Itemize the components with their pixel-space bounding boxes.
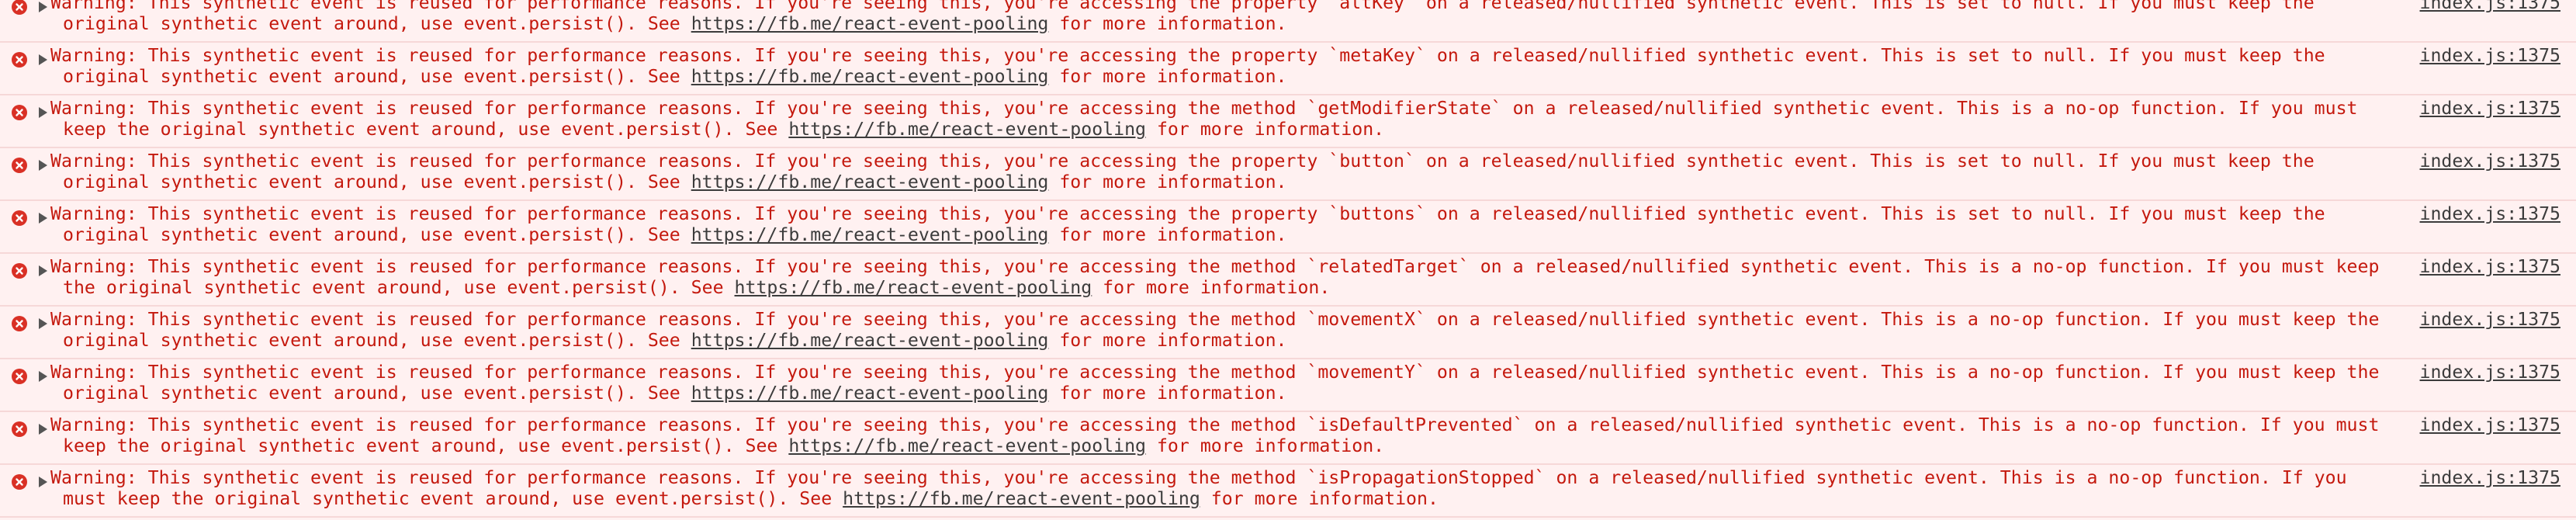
- error-icon: [12, 474, 27, 490]
- message-suffix: for more information.: [1048, 330, 1287, 351]
- source-link[interactable]: index.js:1375: [2420, 362, 2560, 383]
- console-message-row[interactable]: Warning: This synthetic event is reused …: [0, 43, 2576, 95]
- console-message-row[interactable]: Warning: This synthetic event is reused …: [0, 0, 2576, 43]
- message-link[interactable]: https://fb.me/react-event-pooling: [691, 224, 1049, 245]
- expand-triangle-icon[interactable]: [39, 477, 47, 487]
- message-suffix: for more information.: [1092, 277, 1331, 298]
- message-suffix: for more information.: [1200, 488, 1439, 509]
- console-message-text: Warning: This synthetic event is reused …: [50, 45, 2398, 87]
- expand-triangle-icon[interactable]: [39, 213, 47, 224]
- source-link[interactable]: index.js:1375: [2420, 203, 2560, 224]
- source-link[interactable]: index.js:1375: [2420, 467, 2560, 488]
- error-icon: [12, 105, 27, 120]
- console-message-text: Warning: This synthetic event is reused …: [50, 414, 2398, 456]
- source-link[interactable]: index.js:1375: [2420, 0, 2560, 13]
- source-link[interactable]: index.js:1375: [2420, 151, 2560, 172]
- error-icon: [12, 316, 27, 331]
- message-link[interactable]: https://fb.me/react-event-pooling: [691, 172, 1049, 192]
- message-suffix: for more information.: [1048, 13, 1287, 34]
- message-link[interactable]: https://fb.me/react-event-pooling: [788, 435, 1146, 456]
- message-suffix: for more information.: [1146, 119, 1385, 140]
- error-icon: [12, 210, 27, 226]
- console-message-text: Warning: This synthetic event is reused …: [50, 0, 2398, 34]
- message-suffix: for more information.: [1048, 172, 1287, 192]
- console-message-text: Warning: This synthetic event is reused …: [50, 309, 2398, 351]
- message-link[interactable]: https://fb.me/react-event-pooling: [691, 66, 1049, 87]
- error-icon: [12, 263, 27, 279]
- source-link[interactable]: index.js:1375: [2420, 309, 2560, 330]
- source-link[interactable]: index.js:1375: [2420, 98, 2560, 119]
- message-link[interactable]: https://fb.me/react-event-pooling: [843, 488, 1200, 509]
- message-link[interactable]: https://fb.me/react-event-pooling: [691, 383, 1049, 404]
- message-link[interactable]: https://fb.me/react-event-pooling: [788, 119, 1146, 140]
- expand-triangle-icon[interactable]: [39, 2, 47, 12]
- expand-triangle-icon[interactable]: [39, 424, 47, 435]
- console-message-text: Warning: This synthetic event is reused …: [50, 256, 2398, 298]
- error-icon: [12, 158, 27, 173]
- console-message-row[interactable]: Warning: This synthetic event is reused …: [0, 254, 2576, 307]
- console-message-row[interactable]: Warning: This synthetic event is reused …: [0, 95, 2576, 148]
- expand-triangle-icon[interactable]: [39, 107, 47, 118]
- console-message-text: Warning: This synthetic event is reused …: [50, 151, 2398, 192]
- error-icon: [12, 421, 27, 437]
- error-icon: [12, 52, 27, 68]
- console-message-row[interactable]: Warning: This synthetic event is reused …: [0, 359, 2576, 412]
- console-message-text: Warning: This synthetic event is reused …: [50, 98, 2398, 140]
- console-message-row[interactable]: Warning: This synthetic event is reused …: [0, 201, 2576, 254]
- error-icon: [12, 369, 27, 384]
- console-message-text: Warning: This synthetic event is reused …: [50, 467, 2398, 509]
- message-link[interactable]: https://fb.me/react-event-pooling: [691, 330, 1049, 351]
- expand-triangle-icon[interactable]: [39, 318, 47, 329]
- expand-triangle-icon[interactable]: [39, 160, 47, 171]
- console-message-row[interactable]: Warning: This synthetic event is reused …: [0, 412, 2576, 465]
- message-link[interactable]: https://fb.me/react-event-pooling: [735, 277, 1092, 298]
- console-message-text: Warning: This synthetic event is reused …: [50, 362, 2398, 404]
- message-suffix: for more information.: [1048, 224, 1287, 245]
- console-panel: Warning: This synthetic event is reused …: [0, 0, 2576, 520]
- message-suffix: for more information.: [1048, 66, 1287, 87]
- message-link[interactable]: https://fb.me/react-event-pooling: [691, 13, 1049, 34]
- source-link[interactable]: index.js:1375: [2420, 45, 2560, 66]
- console-message-row[interactable]: Warning: This synthetic event is reused …: [0, 307, 2576, 359]
- source-link[interactable]: index.js:1375: [2420, 414, 2560, 435]
- message-suffix: for more information.: [1048, 383, 1287, 404]
- expand-triangle-icon[interactable]: [39, 371, 47, 382]
- console-message-row[interactable]: Warning: This synthetic event is reused …: [0, 465, 2576, 518]
- source-link[interactable]: index.js:1375: [2420, 256, 2560, 277]
- console-message-text: Warning: This synthetic event is reused …: [50, 203, 2398, 245]
- message-suffix: for more information.: [1146, 435, 1385, 456]
- expand-triangle-icon[interactable]: [39, 265, 47, 276]
- console-message-row[interactable]: Warning: This synthetic event is reused …: [0, 148, 2576, 201]
- expand-triangle-icon[interactable]: [39, 54, 47, 65]
- error-icon: [12, 0, 27, 15]
